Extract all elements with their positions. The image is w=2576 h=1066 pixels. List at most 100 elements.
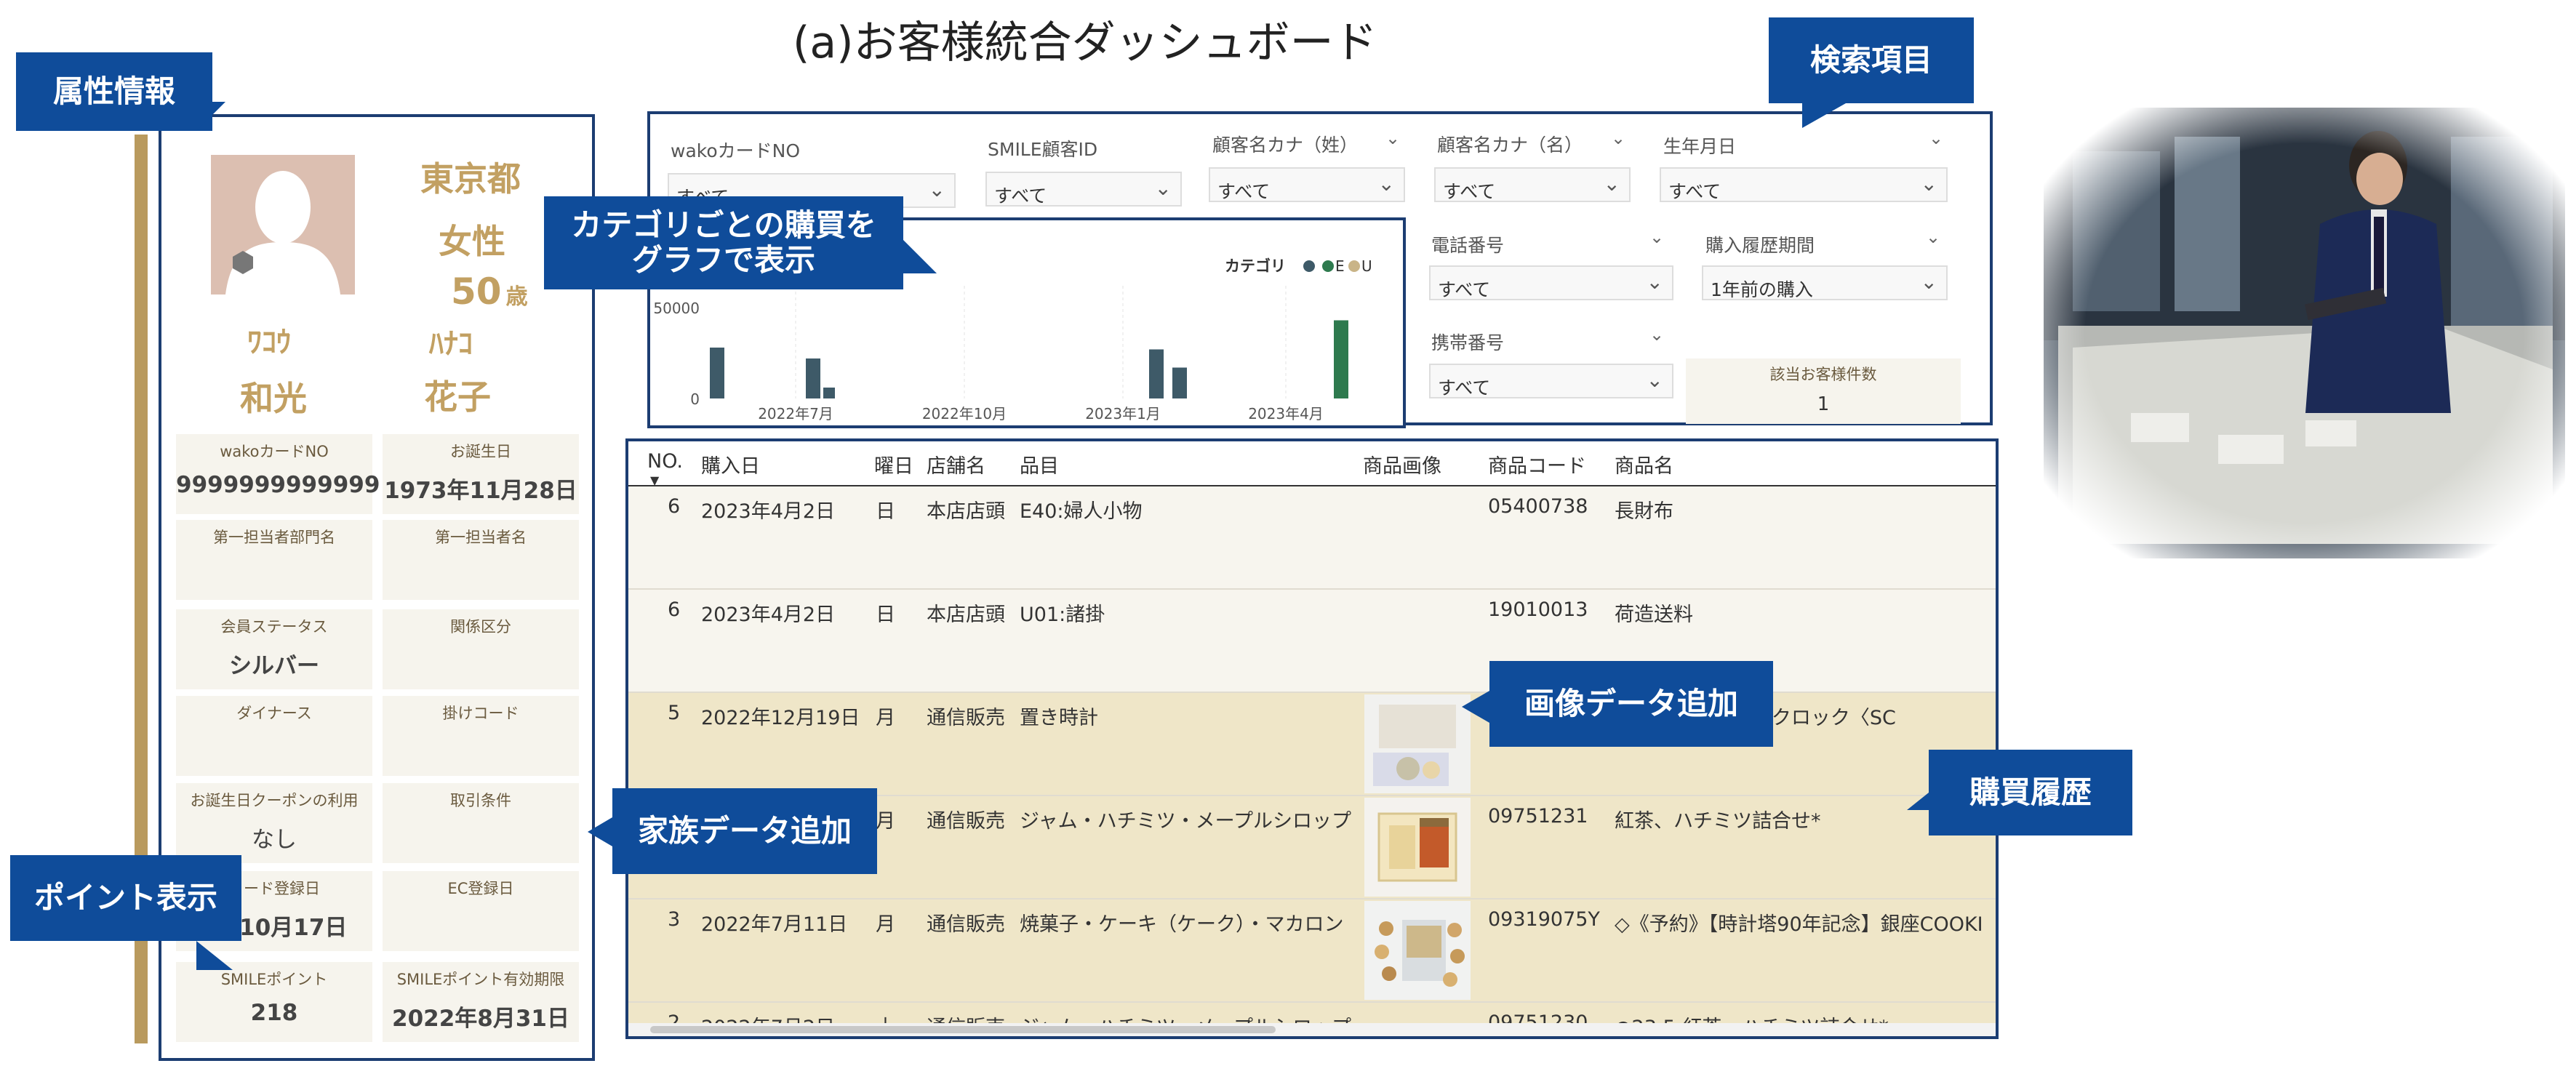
cell-day: 日 [876,500,895,523]
mobile-select[interactable]: すべて ⌄ [1429,364,1673,398]
last-kana-select[interactable]: すべて ⌄ [1209,167,1405,202]
cell-item: E40:婦人小物 [1020,500,1143,523]
card-ec-registered: EC登録日 [383,871,579,951]
y-tick-label: 0 [690,390,700,408]
chevron-down-icon: ⌄ [1646,368,1663,392]
chevron-down-icon[interactable]: ⌄ [1649,227,1664,247]
profile-last-kana: ﾜｺｳ [247,326,291,359]
chevron-down-icon: ⌄ [1920,172,1937,196]
chevron-down-icon[interactable]: ⌄ [1385,128,1400,148]
callout-pointer [903,240,937,273]
product-image-cookies[interactable] [1364,901,1471,1000]
legend-marker [1303,260,1315,272]
x-tick-label: 2022年10月 [922,405,1007,422]
col-header-date[interactable]: 購入日 [701,450,760,478]
profile-prefecture: 東京都 [420,159,521,199]
count-value: 1 [1817,393,1830,415]
count-label: 該当お客様件数 [1769,366,1877,383]
cell-no: 5 [668,702,681,724]
cell-name: 長財布 [1615,500,1673,523]
select-value: すべて [1438,279,1491,300]
cell-item: 焼菓子・ケーキ（ケーク）・マカロン [1020,913,1344,936]
cell-day: 月 [876,707,895,729]
birthdate-select[interactable]: すべて ⌄ [1660,167,1948,202]
card-relation: 関係区分 [383,609,579,689]
filter-label: 顧客名カナ（姓） [1212,135,1359,156]
chevron-down-icon[interactable]: ⌄ [1611,128,1625,148]
card-dept: 第一担当者部門名 [176,520,372,600]
callout-pointer [196,941,233,970]
col-header-no[interactable]: NO. [647,450,683,473]
card-label: 会員ステータス [220,618,328,636]
product-image-tea-honey[interactable] [1364,798,1471,897]
x-tick-label: 2023年1月 [1085,405,1161,422]
callout-pointer [196,102,225,131]
phone-select[interactable]: すべて ⌄ [1429,265,1673,300]
table-row[interactable]: 5 2022年12月19日 月 通信販売 置き時計 0 イヤーズクロック〈SC [628,693,1996,796]
card-label: お誕生日クーポンの利用 [190,792,359,809]
profile-gender: 女性 [439,222,505,261]
table-row[interactable]: 3 2022年7月11日 月 通信販売 焼菓子・ケーキ（ケーク）・マカロン 09… [628,899,1996,1003]
profile-last-name: 和光 [240,379,307,418]
card-value: 218 [250,1000,298,1026]
chevron-down-icon[interactable]: ⌄ [1649,324,1664,345]
callout-search-fields: 検索項目 [1769,17,1974,103]
card-birthday: お誕生日 1973年11月28日 [383,434,579,514]
card-terms: 取引条件 [383,783,579,863]
x-tick-label: 2023年4月 [1248,405,1324,422]
card-label: 関係区分 [450,618,511,636]
cell-store: 本店店頭 [927,500,1005,523]
horizontal-scrollbar[interactable] [628,1023,1996,1036]
col-header-day[interactable]: 曜日 [874,450,913,478]
cell-date: 2023年4月2日 [701,604,836,626]
cell-name: 荷造送料 [1615,604,1693,626]
table-row[interactable]: 6 2023年4月2日 日 本店店頭 E40:婦人小物 05400738 長財布 [628,486,1996,590]
col-header-code[interactable]: 商品コード [1488,450,1586,478]
avatar [211,155,355,294]
cell-date: 2023年4月2日 [701,500,836,523]
card-label: 取引条件 [450,792,511,809]
chevron-down-icon: ⌄ [1920,270,1937,294]
card-wako-no: wakoカードNO 9999999999999 [176,434,380,514]
chart-bar [806,358,820,398]
x-tick-label: 2022年7月 [758,405,833,422]
first-kana-select[interactable]: すべて ⌄ [1434,167,1631,202]
legend-marker [1322,260,1334,272]
chart-bar [710,348,724,398]
card-label: ダイナース [236,705,312,722]
product-image-clock[interactable] [1364,694,1471,793]
filter-label: SMILE顧客ID [988,139,1098,160]
filter-label: 購入履歴期間 [1705,235,1815,256]
card-member-status: 会員ステータス シルバー [176,609,372,689]
page-title: (a)お客様統合ダッシュボード [793,17,1377,68]
callout-points: ポイント表示 [10,855,241,941]
chevron-down-icon[interactable]: ⌄ [1926,227,1940,247]
card-diners: ダイナース [176,696,372,776]
callout-pointer [588,817,612,846]
purchase-history-table: NO. ▼ 購入日 曜日 店舗名 品目 商品画像 商品コード 商品名 6 202… [625,438,1999,1039]
chevron-down-icon: ⌄ [928,177,945,201]
col-header-image[interactable]: 商品画像 [1363,450,1441,478]
card-smile-expiry: SMILEポイント有効期限 2022年8月31日 [383,962,579,1042]
col-header-store[interactable]: 店舗名 [927,450,985,478]
smile-id-select[interactable]: すべて ⌄ [985,172,1182,207]
purchase-period-select[interactable]: 1年前の購入 ⌄ [1702,265,1948,300]
y-tick-label: 50000 [653,300,700,317]
cell-item: ジャム・ハチミツ・メープルシロップ [1020,810,1352,833]
age-unit: 歳 [505,284,528,310]
col-header-name[interactable]: 商品名 [1615,450,1673,478]
cell-store: 通信販売 [927,913,1005,936]
table-row[interactable]: 6 2023年4月2日 日 本店店頭 U01:諸掛 19010013 荷造送料 [628,590,1996,693]
scrollbar-thumb[interactable] [650,1026,1276,1033]
select-value: すべて [994,185,1047,207]
chart-bar [1172,367,1187,398]
col-header-item[interactable]: 品目 [1020,450,1059,478]
legend-title: カテゴリ [1225,257,1286,275]
cell-day: 月 [876,810,895,833]
customer-count-card: 該当お客様件数 1 [1686,358,1961,424]
card-label: SMILEポイント [220,971,328,988]
chevron-down-icon[interactable]: ⌄ [1929,128,1943,148]
callout-image-data: 画像データ追加 [1489,661,1773,747]
card-label: wakoカードNO [220,443,329,460]
chevron-down-icon: ⌄ [1646,270,1663,294]
